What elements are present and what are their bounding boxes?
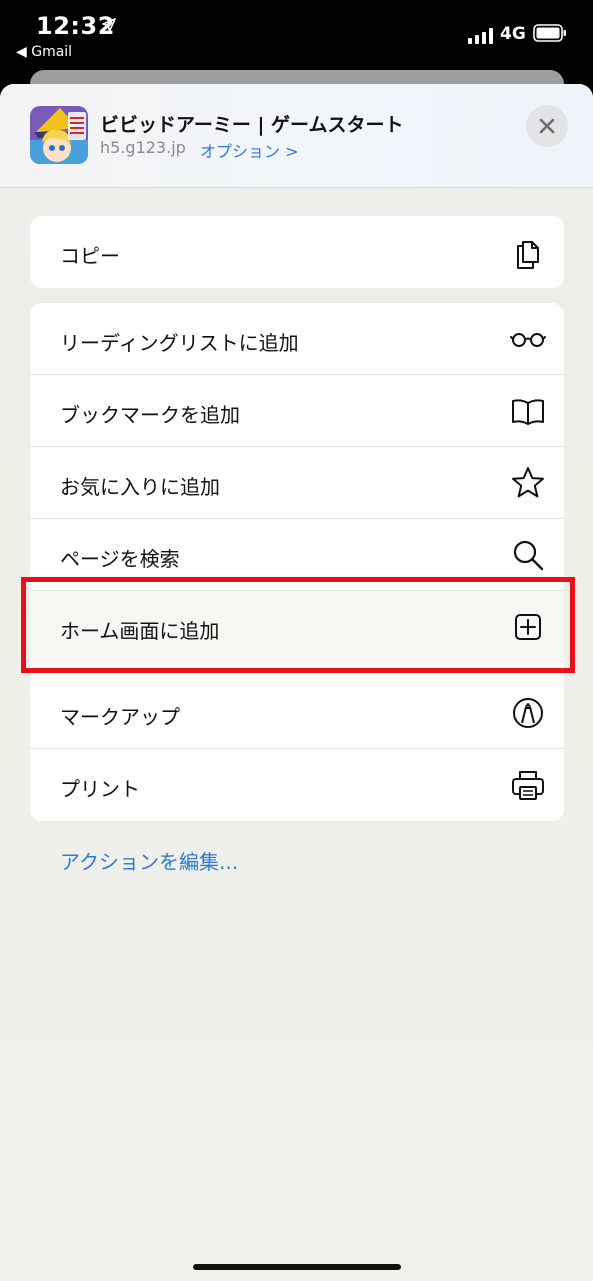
markup-label: マークアップ (60, 705, 180, 729)
favorites-label: お気に入りに追加 (60, 475, 220, 499)
home-indicator[interactable] (193, 1264, 401, 1270)
share-sheet: ビビッドアーミー | ゲームスタート h5.g123.jp オプション > コピ… (0, 84, 593, 1281)
back-to-gmail-link[interactable]: ◀ Gmail (16, 44, 72, 60)
network-type: 4G (500, 24, 526, 44)
reading-list-label: リーディングリストに追加 (60, 331, 299, 355)
highlight-frame (21, 577, 575, 673)
battery-icon (533, 24, 566, 42)
options-link[interactable]: オプション > (200, 138, 299, 162)
copy-group: コピー (30, 216, 564, 288)
close-icon (539, 118, 555, 134)
star-icon (512, 467, 544, 498)
page-title: ビビッドアーミー | ゲームスタート (100, 114, 404, 136)
reading-list-action[interactable]: リーディングリストに追加 (30, 303, 564, 375)
search-icon (513, 540, 544, 571)
copy-label: コピー (60, 244, 120, 268)
glasses-icon (510, 333, 546, 347)
page-domain: h5.g123.jp (100, 138, 186, 157)
location-arrow-icon (102, 18, 116, 32)
print-label: プリント (60, 777, 140, 801)
book-icon (512, 399, 544, 425)
site-icon (30, 106, 88, 164)
print-action[interactable]: プリント (30, 749, 564, 821)
copy-icon (517, 241, 539, 269)
printer-icon (512, 771, 544, 800)
bookmark-action[interactable]: ブックマークを追加 (30, 375, 564, 447)
favorites-action[interactable]: お気に入りに追加 (30, 447, 564, 519)
markup-pen-icon (513, 698, 543, 728)
actions-group: リーディングリストに追加 ブックマークを追加 お気に入りに追加 ページを検索 ホ… (30, 303, 564, 821)
signal-icon (468, 28, 493, 44)
bookmark-label: ブックマークを追加 (60, 403, 240, 427)
markup-action[interactable]: マークアップ (30, 677, 564, 749)
copy-action[interactable]: コピー (30, 216, 564, 288)
status-bar: 12:32 ◀ Gmail 4G (0, 0, 593, 70)
find-on-page-label: ページを検索 (60, 547, 180, 571)
share-sheet-header: ビビッドアーミー | ゲームスタート h5.g123.jp オプション > (0, 84, 593, 188)
edit-actions-link[interactable]: アクションを編集... (60, 846, 238, 875)
close-button[interactable] (526, 105, 568, 147)
